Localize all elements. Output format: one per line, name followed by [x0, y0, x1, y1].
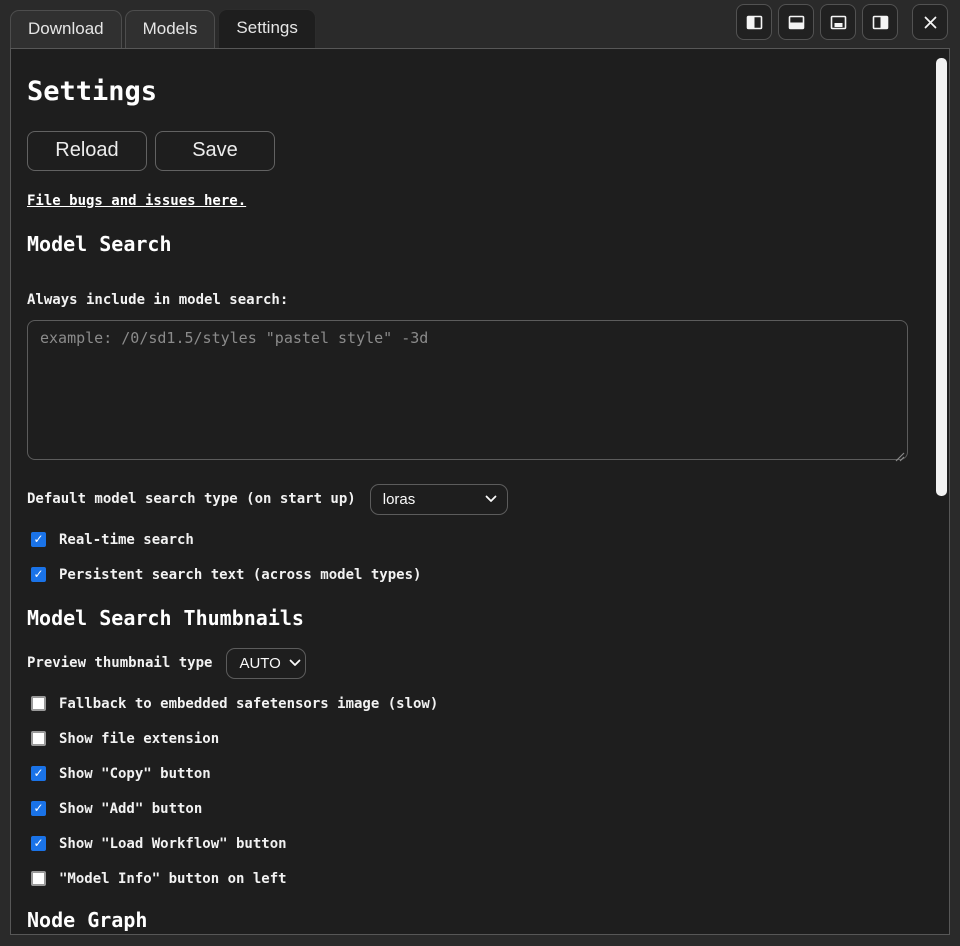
checkbox-label: Persistent search text (across model typ…	[59, 567, 421, 583]
tab-models[interactable]: Models	[125, 10, 216, 48]
show-add-button-checkbox[interactable]	[31, 801, 46, 816]
model-info-left-checkbox[interactable]	[31, 871, 46, 886]
show-load-workflow-checkbox[interactable]	[31, 836, 46, 851]
save-button[interactable]: Save	[155, 131, 275, 171]
chevron-down-icon	[485, 495, 497, 503]
checkbox-label: Show "Copy" button	[59, 766, 211, 782]
close-button[interactable]	[912, 4, 948, 40]
default-search-type-value: loras	[383, 491, 416, 508]
checkbox-label: Show file extension	[59, 731, 219, 747]
search-include-textarea[interactable]	[27, 320, 908, 460]
checkbox-label: Fallback to embedded safetensors image (…	[59, 696, 438, 712]
dock-left-button[interactable]	[736, 4, 772, 40]
page-title: Settings	[27, 77, 914, 107]
default-search-type-label: Default model search type (on start up)	[27, 491, 356, 507]
reload-button[interactable]: Reload	[27, 131, 147, 171]
fallback-safetensors-checkbox[interactable]	[31, 696, 46, 711]
file-bugs-link[interactable]: File bugs and issues here.	[27, 193, 246, 209]
checkbox-label: Real-time search	[59, 532, 194, 548]
preview-thumbnail-type-value: AUTO	[239, 655, 280, 672]
panel-bottom-inset-icon	[830, 14, 847, 31]
checkbox-label: Show "Add" button	[59, 801, 202, 817]
realtime-search-checkbox[interactable]	[31, 532, 46, 547]
thumbnails-heading: Model Search Thumbnails	[27, 607, 914, 630]
default-search-type-select[interactable]: loras	[370, 484, 508, 515]
default-search-type-row: Default model search type (on start up) …	[27, 484, 914, 515]
preview-thumbnail-type-label: Preview thumbnail type	[27, 655, 212, 671]
settings-panel: Settings Reload Save File bugs and issue…	[10, 48, 950, 935]
checkbox-row-persistent-search: Persistent search text (across model typ…	[27, 565, 914, 585]
checkbox-row-show-load-workflow-button: Show "Load Workflow" button	[27, 834, 914, 854]
checkbox-row-show-file-extension: Show file extension	[27, 729, 914, 749]
dock-bottom-button[interactable]	[778, 4, 814, 40]
checkbox-label: Show "Load Workflow" button	[59, 836, 287, 852]
model-search-heading: Model Search	[27, 233, 914, 256]
action-button-row: Reload Save	[27, 131, 914, 171]
preview-thumbnail-type-row: Preview thumbnail type AUTO	[27, 648, 914, 679]
tab-download[interactable]: Download	[10, 10, 122, 48]
chevron-down-icon	[289, 659, 301, 667]
settings-content: Settings Reload Save File bugs and issue…	[11, 49, 934, 934]
tab-strip: Download Models Settings	[0, 9, 316, 48]
checkbox-row-model-info-left: "Model Info" button on left	[27, 869, 914, 889]
preview-thumbnail-type-select[interactable]: AUTO	[226, 648, 306, 679]
panel-left-icon	[746, 14, 763, 31]
checkbox-row-realtime-search: Real-time search	[27, 530, 914, 550]
checkbox-label: "Model Info" button on left	[59, 871, 287, 887]
show-file-extension-checkbox[interactable]	[31, 731, 46, 746]
checkbox-row-show-add-button: Show "Add" button	[27, 799, 914, 819]
vertical-scrollbar-track[interactable]	[934, 49, 949, 934]
always-include-label: Always include in model search:	[27, 292, 914, 308]
dock-right-button[interactable]	[862, 4, 898, 40]
panel-right-icon	[872, 14, 889, 31]
window-controls	[736, 4, 960, 48]
node-graph-heading: Node Graph	[27, 909, 914, 932]
checkbox-row-fallback-safetensors: Fallback to embedded safetensors image (…	[27, 694, 914, 714]
top-bar: Download Models Settings	[0, 0, 960, 48]
search-include-textarea-wrap	[27, 320, 908, 460]
checkbox-row-show-copy-button: Show "Copy" button	[27, 764, 914, 784]
dock-bottom-small-button[interactable]	[820, 4, 856, 40]
show-copy-button-checkbox[interactable]	[31, 766, 46, 781]
tab-settings[interactable]: Settings	[218, 9, 315, 48]
persistent-search-checkbox[interactable]	[31, 567, 46, 582]
vertical-scrollbar-thumb[interactable]	[936, 58, 947, 496]
close-icon	[922, 14, 939, 31]
panel-bottom-icon	[788, 14, 805, 31]
